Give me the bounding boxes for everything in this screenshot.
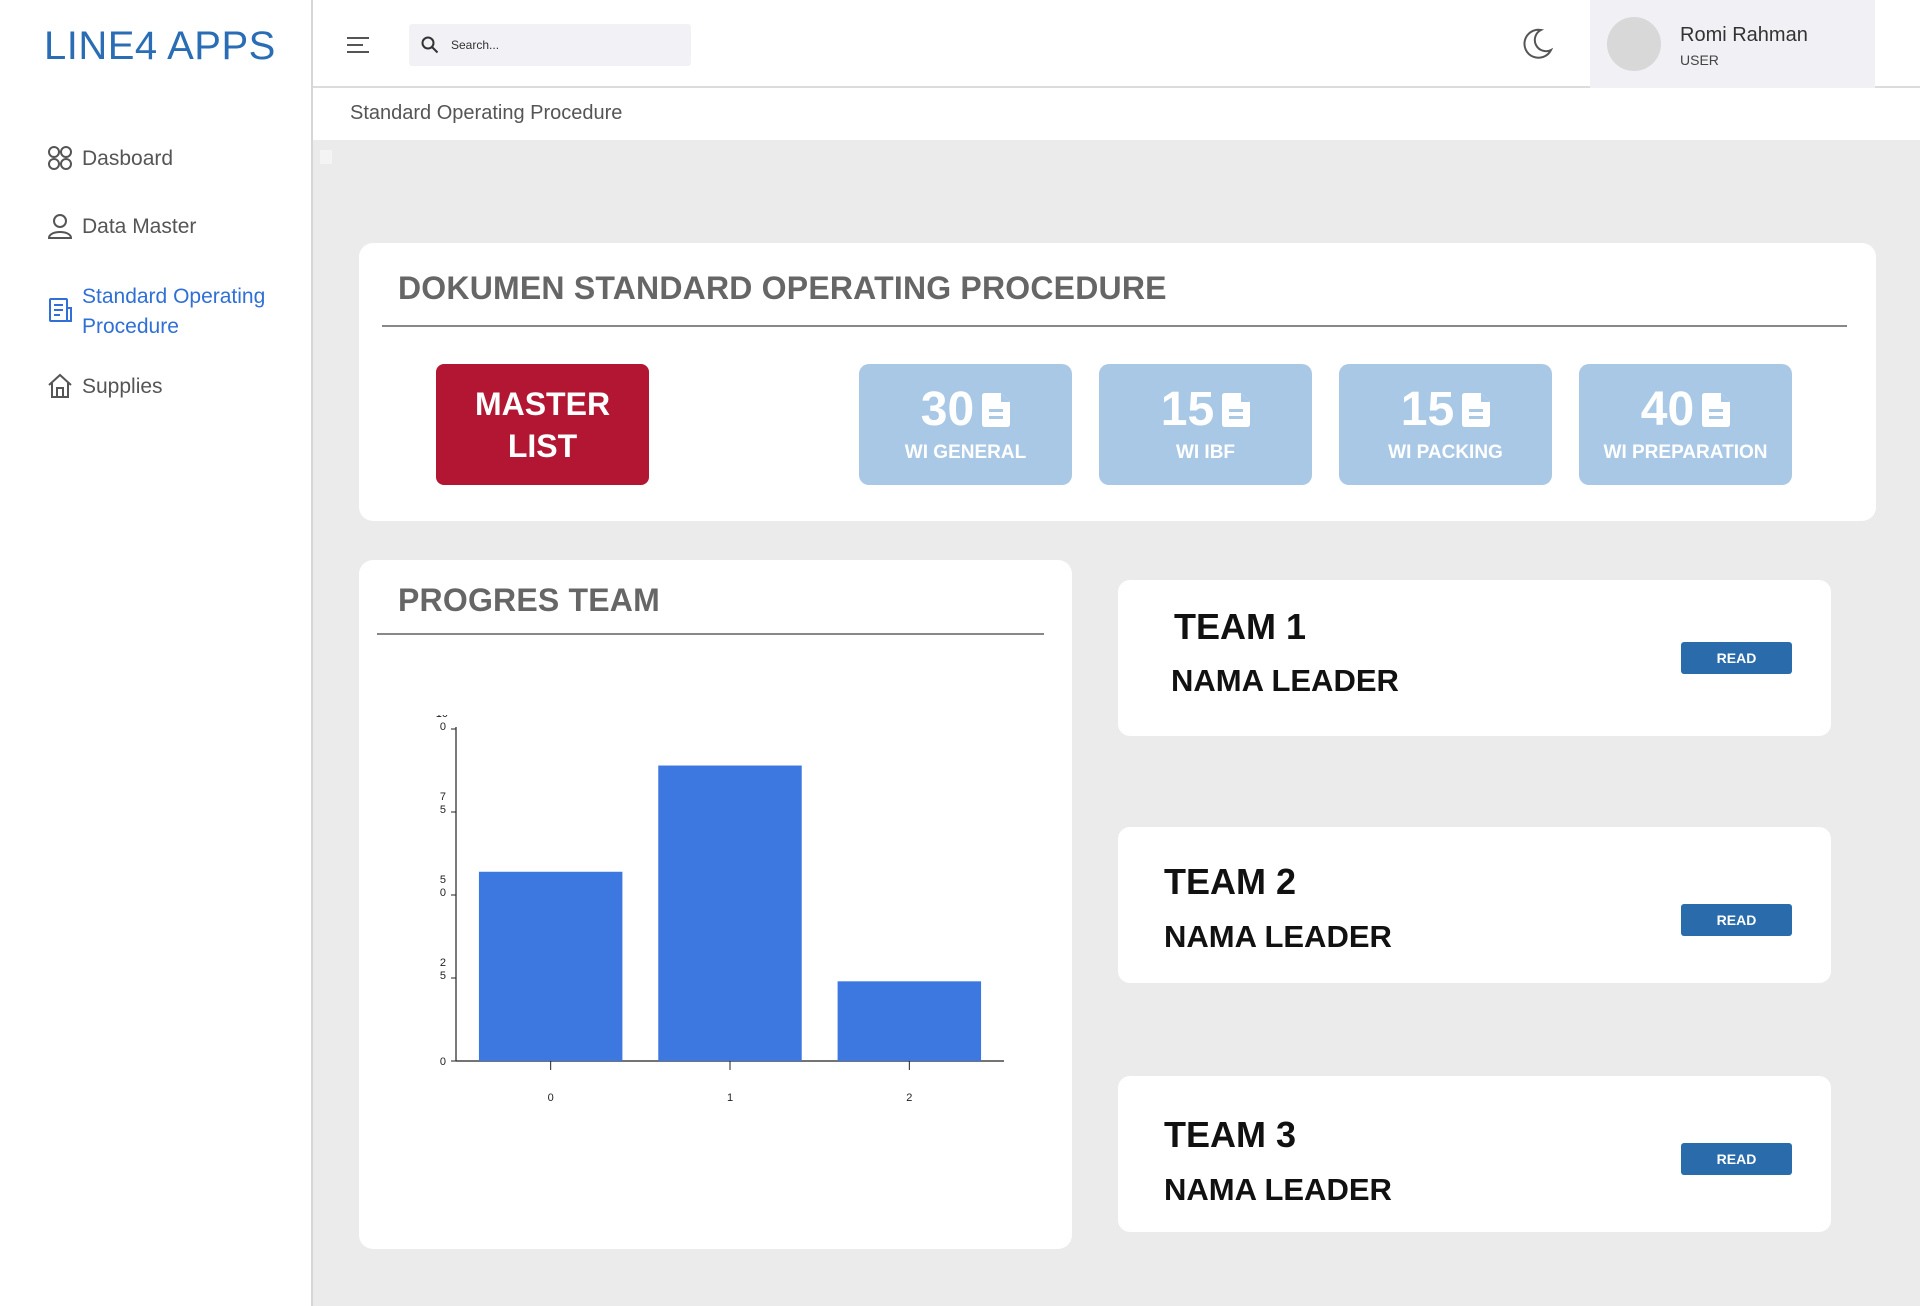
team-title: TEAM 1 bbox=[1174, 606, 1307, 647]
chart-bar bbox=[837, 981, 982, 1061]
stat-label: WI PREPARATION bbox=[1603, 442, 1768, 463]
team-card-1: TEAM 1 NAMA LEADER READ bbox=[1118, 580, 1831, 736]
breadcrumb-bar: Standard Operating Procedure bbox=[313, 88, 1920, 140]
team-title: TEAM 3 bbox=[1164, 1114, 1297, 1155]
sidebar-item-label-line2: Procedure bbox=[82, 315, 179, 338]
x-tick-label: 0 bbox=[548, 1092, 554, 1104]
divider bbox=[382, 325, 1847, 327]
master-list-line2: LIST bbox=[507, 427, 578, 464]
user-name: Romi Rahman bbox=[1680, 24, 1808, 46]
team-card-2: TEAM 2 NAMA LEADER READ bbox=[1118, 827, 1831, 983]
master-list-button[interactable]: MASTER LIST bbox=[436, 364, 649, 485]
team-leader: NAMA LEADER bbox=[1171, 663, 1399, 698]
document-icon bbox=[49, 298, 72, 322]
stat-label: WI PACKING bbox=[1388, 442, 1503, 463]
stat-count: 40 bbox=[1640, 383, 1695, 436]
file-icon bbox=[1462, 392, 1491, 427]
search-input[interactable] bbox=[449, 37, 673, 53]
sidebar-item-dashboard[interactable]: Dasboard bbox=[46, 144, 173, 174]
user-profile[interactable]: Romi Rahman USER bbox=[1590, 0, 1875, 88]
user-role: USER bbox=[1680, 52, 1719, 68]
sidebar-item-label: Data Master bbox=[82, 215, 197, 238]
sidebar-item-label: Standard Operating Procedure bbox=[82, 282, 265, 342]
chart-bar bbox=[478, 871, 623, 1061]
top-bar: Romi Rahman USER bbox=[313, 0, 1920, 88]
sidebar-item-label: Supplies bbox=[82, 375, 163, 398]
home-icon bbox=[48, 373, 72, 398]
x-tick-label: 1 bbox=[727, 1092, 733, 1104]
stat-wi-packing[interactable]: 15 WI PACKING bbox=[1339, 364, 1552, 485]
stat-label: WI IBF bbox=[1175, 442, 1236, 463]
app-logo[interactable]: LINE4 APPS bbox=[44, 24, 276, 69]
progress-bar-chart: 0 25 50 75 100 0 1 2 bbox=[436, 715, 1004, 1104]
stat-wi-ibf[interactable]: 15 WI IBF bbox=[1099, 364, 1312, 485]
sidebar-item-supplies[interactable]: Supplies bbox=[46, 372, 163, 402]
sidebar-item-data-master[interactable]: Data Master bbox=[46, 212, 196, 242]
y-tick-label: 25 bbox=[440, 957, 446, 982]
stat-count: 15 bbox=[1400, 383, 1455, 436]
user-icon bbox=[47, 214, 73, 239]
dark-mode-toggle-icon[interactable] bbox=[1519, 26, 1555, 62]
y-tick-label: 0 bbox=[440, 1056, 446, 1068]
search-box bbox=[409, 24, 691, 66]
chart-bar bbox=[658, 765, 802, 1061]
breadcrumb: Standard Operating Procedure bbox=[350, 102, 623, 124]
x-tick-label: 2 bbox=[906, 1092, 912, 1104]
stat-wi-preparation[interactable]: 40 WI PREPARATION bbox=[1579, 364, 1792, 485]
file-icon bbox=[982, 392, 1011, 427]
y-tick-label: 75 bbox=[440, 791, 446, 816]
search-icon bbox=[421, 36, 439, 54]
read-button[interactable]: READ bbox=[1681, 904, 1792, 936]
sidebar-item-sop[interactable]: Standard Operating Procedure bbox=[46, 282, 265, 342]
avatar bbox=[1607, 17, 1661, 71]
document-icon bbox=[320, 150, 332, 164]
master-list-line1: MASTER bbox=[474, 385, 611, 422]
team-leader: NAMA LEADER bbox=[1164, 919, 1392, 954]
team-title: TEAM 2 bbox=[1164, 861, 1297, 902]
read-button[interactable]: READ bbox=[1681, 642, 1792, 674]
team-card-3: TEAM 3 NAMA LEADER READ bbox=[1118, 1076, 1831, 1232]
stat-label: WI GENERAL bbox=[904, 442, 1027, 463]
sidebar-item-label-line1: Standard Operating bbox=[82, 285, 266, 308]
file-icon bbox=[1702, 392, 1731, 427]
dashboard-grid-icon bbox=[48, 146, 72, 170]
file-icon bbox=[1222, 392, 1251, 427]
sidebar-item-label: Dasboard bbox=[82, 147, 174, 170]
y-tick-label: 50 bbox=[440, 874, 446, 899]
y-tick-label: 100 bbox=[436, 715, 448, 733]
stat-count: 15 bbox=[1160, 383, 1215, 436]
stat-count: 30 bbox=[920, 383, 975, 436]
sidebar: LINE4 APPS Dasboard Data Master Standard… bbox=[0, 0, 313, 1306]
team-leader: NAMA LEADER bbox=[1164, 1172, 1392, 1207]
progress-card-title: PROGRES TEAM bbox=[398, 582, 660, 618]
read-button[interactable]: READ bbox=[1681, 1143, 1792, 1175]
stat-wi-general[interactable]: 30 WI GENERAL bbox=[859, 364, 1072, 485]
hamburger-menu-icon[interactable] bbox=[345, 32, 371, 58]
sop-card-title: DOKUMEN STANDARD OPERATING PROCEDURE bbox=[398, 270, 1167, 306]
divider bbox=[377, 633, 1044, 635]
